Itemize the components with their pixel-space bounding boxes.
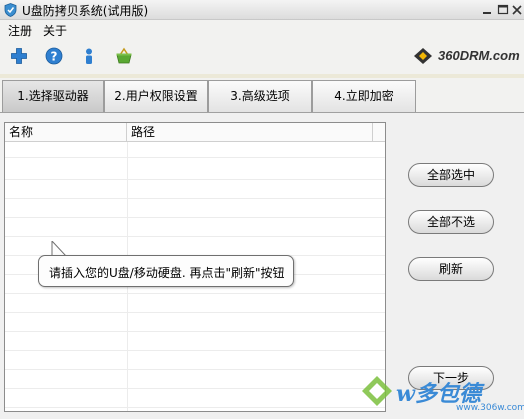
tab-user-permissions[interactable]: 2.用户权限设置: [104, 80, 208, 112]
column-header-path[interactable]: 路径: [127, 123, 373, 142]
user-icon[interactable]: [80, 47, 98, 65]
svg-text:?: ?: [51, 50, 58, 64]
list-header: 名称 路径: [5, 123, 385, 142]
minimize-icon[interactable]: [481, 3, 495, 17]
refresh-button[interactable]: 刷新: [408, 257, 494, 281]
select-all-button[interactable]: 全部选中: [408, 163, 494, 187]
maximize-icon[interactable]: [496, 3, 510, 17]
menu-register[interactable]: 注册: [8, 22, 32, 39]
brand-logo: 360DRM.com: [410, 45, 520, 67]
shield-icon: [4, 3, 17, 17]
brand-text: 360DRM.com: [438, 48, 520, 63]
plus-icon[interactable]: [10, 47, 28, 65]
tab-advanced-options[interactable]: 3.高级选项: [208, 80, 312, 112]
watermark: w多包德 www.306w.com: [358, 372, 524, 417]
select-none-button[interactable]: 全部不选: [408, 210, 494, 234]
close-icon[interactable]: [510, 3, 524, 17]
menu-bar: 注册 关于: [0, 20, 524, 38]
watermark-url: www.306w.com: [456, 403, 524, 413]
brand-logo-icon: [414, 48, 432, 64]
tab-strip: 1.选择驱动器 2.用户权限设置 3.高级选项 4.立即加密: [0, 78, 524, 112]
hint-tooltip: 请插入您的U盘/移动硬盘. 再点击"刷新"按钮: [38, 255, 294, 287]
window-title: U盘防拷贝系统(试用版): [22, 4, 149, 18]
basket-icon[interactable]: [115, 47, 133, 65]
tab-encrypt-now[interactable]: 4.立即加密: [312, 80, 416, 112]
column-header-name[interactable]: 名称: [5, 123, 127, 142]
tab-select-drive[interactable]: 1.选择驱动器: [2, 80, 104, 112]
title-bar: U盘防拷贝系统(试用版): [0, 0, 524, 20]
help-icon[interactable]: ?: [45, 47, 63, 65]
tooltip-text: 请插入您的U盘/移动硬盘. 再点击"刷新"按钮: [49, 266, 285, 280]
watermark-logo-icon: [362, 376, 392, 406]
menu-about[interactable]: 关于: [43, 22, 67, 39]
